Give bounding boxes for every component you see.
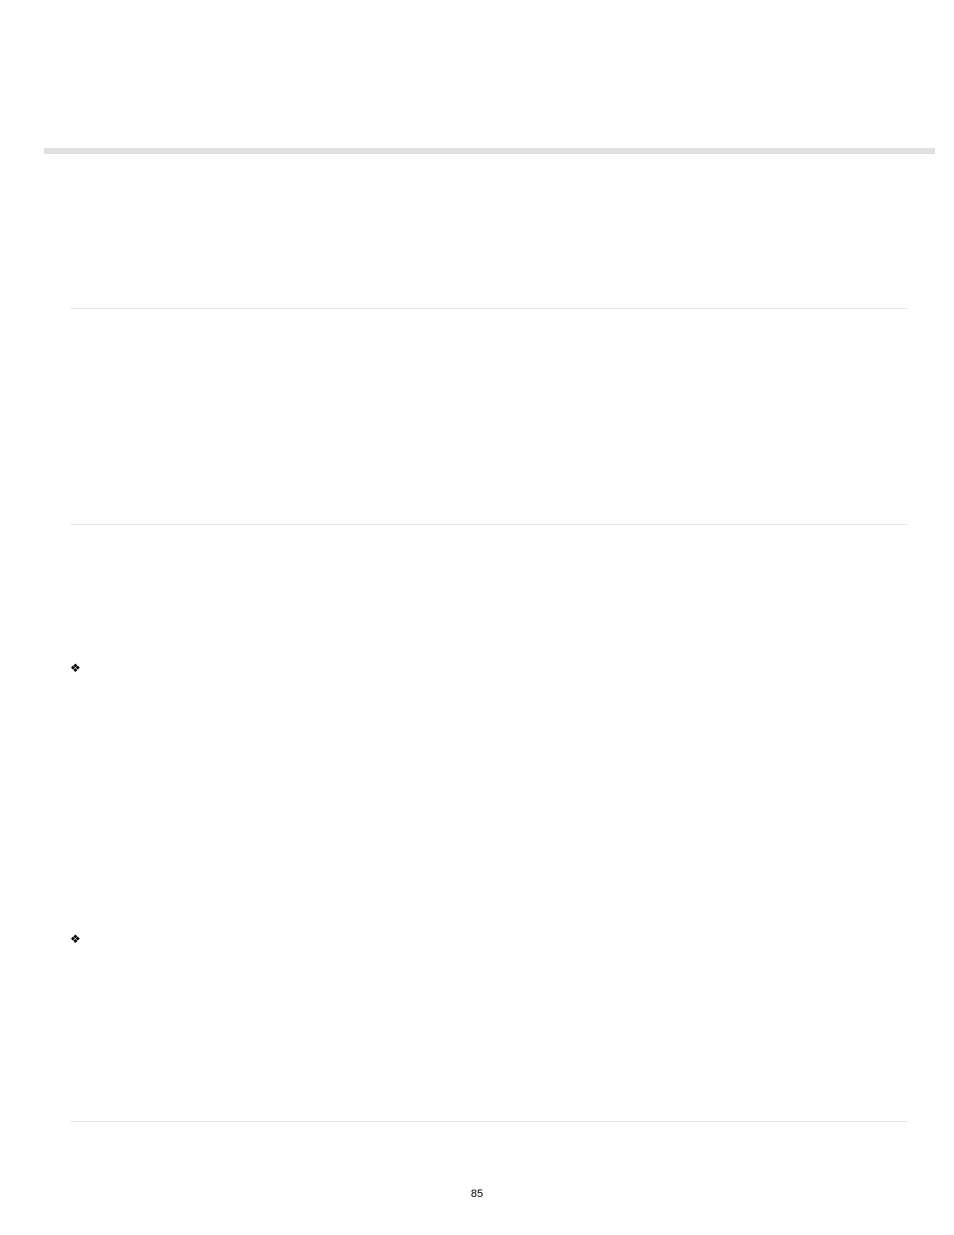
diamond-bullet-icon: ❖ bbox=[70, 662, 81, 674]
header-rule bbox=[44, 148, 935, 154]
horizontal-rule bbox=[70, 524, 908, 525]
diamond-bullet-icon: ❖ bbox=[70, 933, 81, 945]
horizontal-rule bbox=[70, 1121, 908, 1122]
horizontal-rule bbox=[70, 308, 908, 309]
page-number: 85 bbox=[0, 1188, 954, 1200]
